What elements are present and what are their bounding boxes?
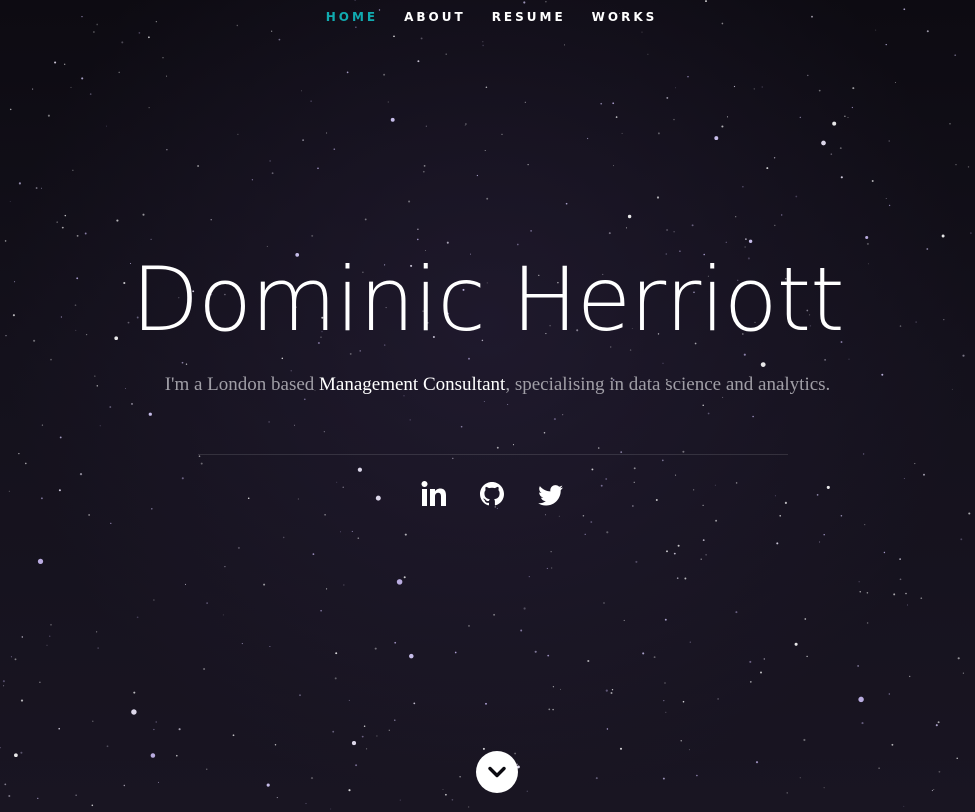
starfield-background	[0, 0, 972, 810]
nav-item-resume[interactable]: RESUME	[492, 10, 566, 24]
github-link[interactable]	[478, 478, 506, 510]
page-title: Dominic Herriott	[131, 248, 844, 351]
main-nav: HOME ABOUT RESUME WORKS	[0, 0, 975, 34]
tagline: I'm a London based Management Consultant…	[150, 368, 845, 402]
twitter-icon	[537, 485, 563, 506]
nav-item-works[interactable]: WORKS	[592, 10, 658, 24]
github-icon	[479, 482, 504, 506]
tagline-suffix: , specialising in data science and analy…	[505, 374, 831, 395]
nav-item-home[interactable]: HOME	[326, 10, 378, 24]
linkedin-icon	[421, 481, 446, 506]
hero-section: HOME ABOUT RESUME WORKS Dominic Herriott…	[0, 0, 975, 812]
nav-item-about[interactable]: ABOUT	[404, 10, 466, 24]
social-links	[0, 478, 975, 510]
linkedin-link[interactable]	[420, 478, 448, 510]
twitter-link[interactable]	[536, 478, 564, 510]
chevron-down-icon	[488, 766, 506, 778]
scroll-down-button[interactable]	[476, 751, 518, 793]
divider	[198, 454, 788, 455]
tagline-prefix: I'm a London based	[164, 374, 320, 395]
tagline-highlight: Management Consultant	[319, 374, 506, 395]
